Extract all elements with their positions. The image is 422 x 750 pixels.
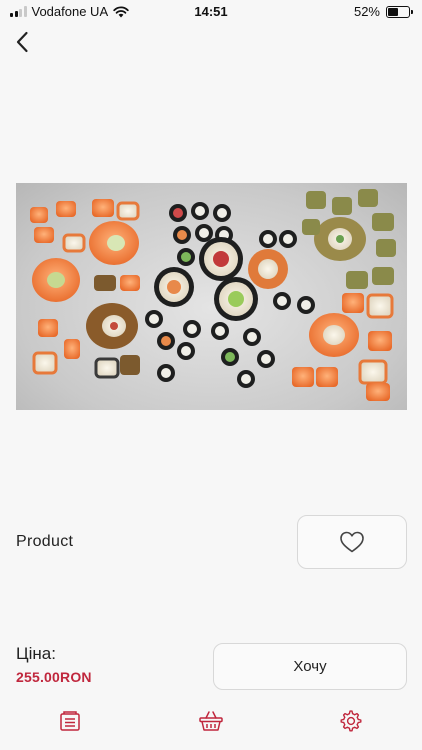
product-name: Product xyxy=(16,533,74,550)
product-image xyxy=(16,183,407,410)
want-button-label: Хочу xyxy=(293,658,327,675)
price-label: Ціна: xyxy=(16,644,56,663)
battery-icon xyxy=(386,5,413,18)
tab-settings[interactable] xyxy=(333,706,369,736)
status-right: 52% xyxy=(353,4,413,19)
tab-menu[interactable] xyxy=(52,706,88,736)
favorite-button[interactable] xyxy=(297,515,407,569)
status-bar: Vodafone UA 14:51 52% xyxy=(0,0,422,24)
tab-basket[interactable] xyxy=(193,706,229,736)
menu-list-icon xyxy=(60,711,80,731)
sushi-set-photo xyxy=(30,189,396,401)
battery-percent: 52% xyxy=(353,4,380,19)
heart-outline-icon xyxy=(340,531,364,553)
settings-gear-icon xyxy=(340,710,362,732)
chevron-left-icon xyxy=(16,31,28,53)
battery-fill xyxy=(388,7,399,16)
want-button[interactable]: Хочу xyxy=(213,643,407,690)
back-button[interactable] xyxy=(8,28,36,56)
tab-bar xyxy=(0,700,422,750)
basket-icon xyxy=(199,711,223,731)
price-value: 255.00RON xyxy=(16,669,92,685)
